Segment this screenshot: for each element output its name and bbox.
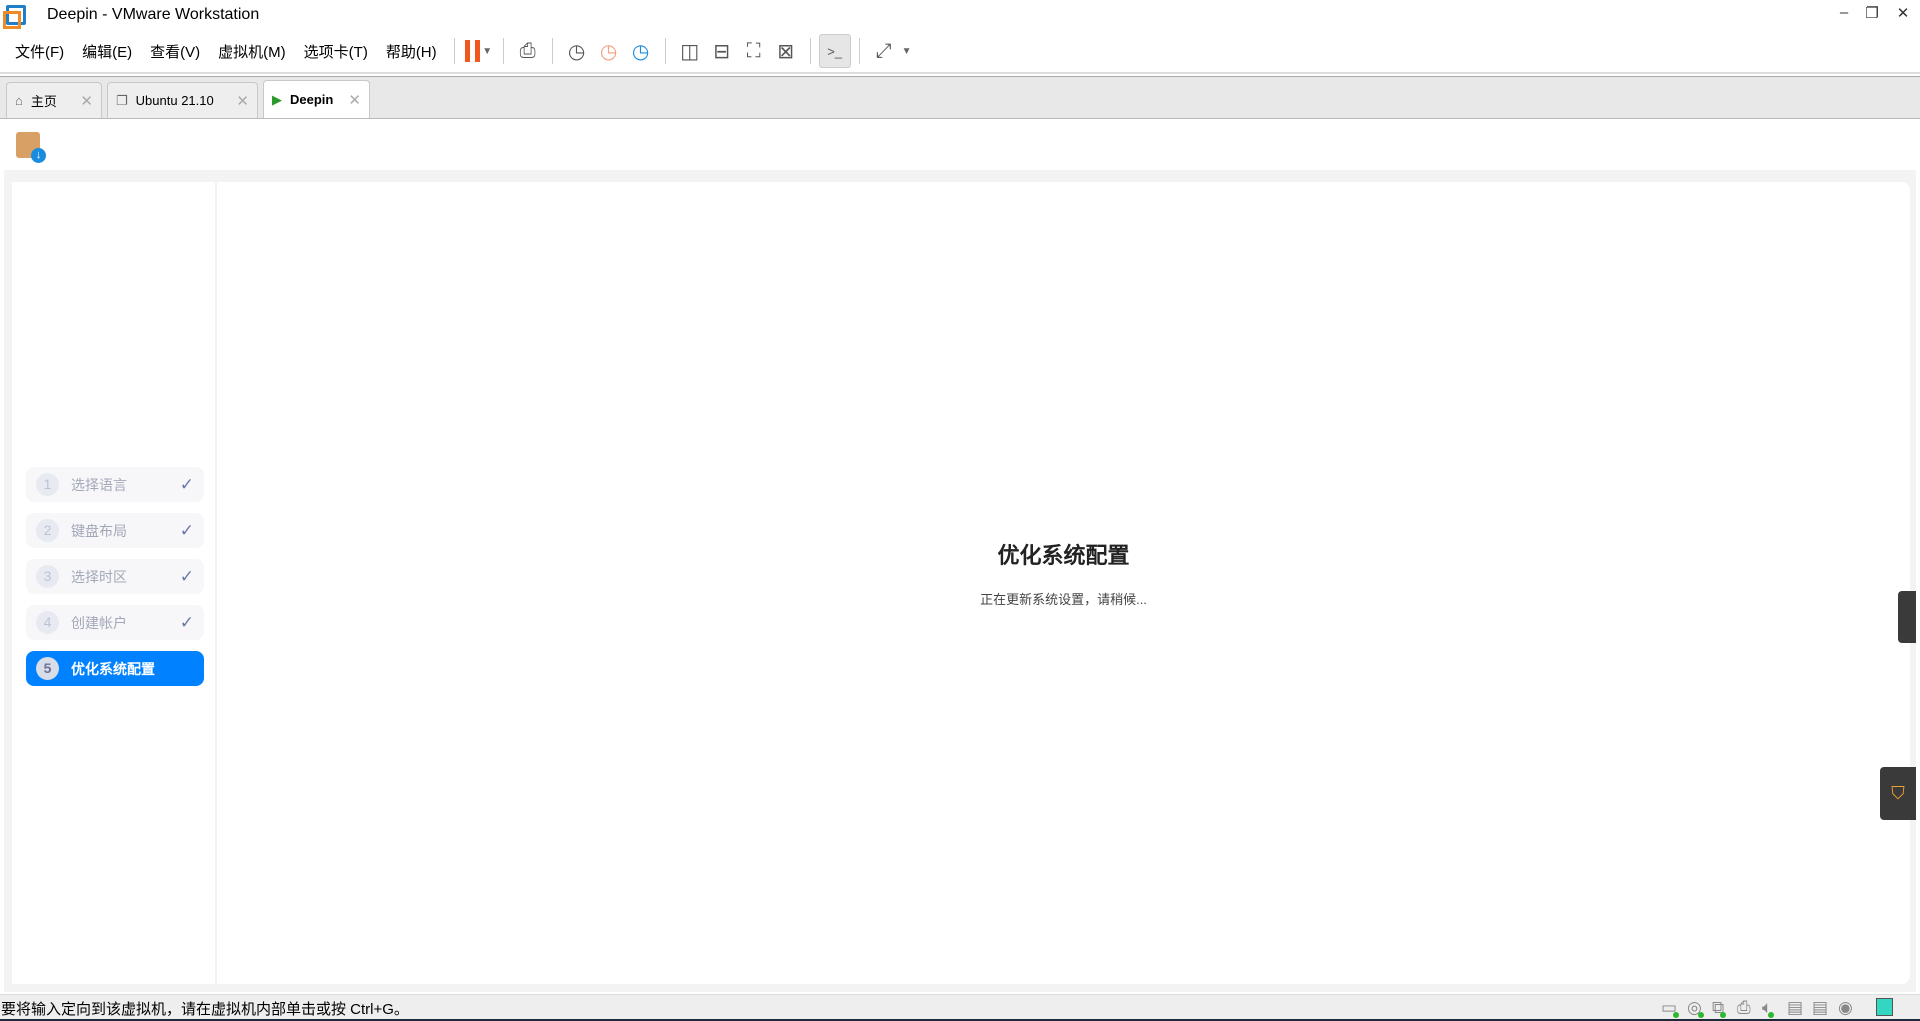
status-bar: 要将输入定向到该虚拟机，请在虚拟机内部单击或按 Ctrl+G。 [0,994,1920,1021]
divider [551,38,553,64]
chevron-down-icon[interactable]: ▼ [902,46,912,57]
step-number: 1 [36,473,59,496]
step-language: 1 选择语言 ✓ [26,467,204,502]
step-label: 选择时区 [71,568,127,585]
tab-label: Ubuntu 21.10 [135,93,214,108]
pause-button[interactable]: ▼ [463,34,495,68]
window-title: Deepin - VMware Workstation [47,5,260,23]
install-tools-icon[interactable] [16,132,46,163]
menu-help[interactable]: 帮助(H) [377,41,446,62]
usb-device-icon[interactable]: ⛉ [1880,767,1916,820]
step-keyboard: 2 键盘布局 ✓ [26,513,204,548]
sound-icon[interactable]: 🔈︎ [1762,998,1775,1018]
progress-message: 正在更新系统设置，请稍候... [980,592,1147,607]
camera-icon[interactable]: ◉ [1838,998,1853,1018]
revert-snapshot-icon[interactable]: ◷ [593,34,625,68]
pause-icon [465,40,481,62]
unity-icon[interactable]: ⊠ [770,34,802,68]
step-number: 3 [36,565,59,588]
vm-toolstrip [0,120,1920,168]
step-number: 4 [36,611,59,634]
vm-running-icon: ▶ [272,91,282,107]
menu-file[interactable]: 文件(F) [6,41,73,62]
title-bar: Deepin - VMware Workstation – ❐ ✕ [0,0,1920,29]
network-icon[interactable]: ⧉ [1712,998,1727,1018]
removable-device-icon[interactable]: ▤ [1787,998,1803,1018]
step-label: 选择语言 [71,476,127,493]
library-view-icon[interactable]: ◫ [674,34,706,68]
vmware-logo-icon [3,4,26,29]
restore-icon[interactable]: ❐ [1858,4,1886,22]
send-ctrl-alt-del-button[interactable]: ⎙ [512,34,544,68]
divider [809,38,811,64]
console-view-icon[interactable]: >_ [818,34,851,68]
step-label: 键盘布局 [71,522,127,539]
menu-bar: 文件(F) 编辑(E) 查看(V) 虚拟机(M) 选项卡(T) 帮助(H) ▼ … [0,30,1920,74]
cd-drive-icon[interactable]: ◎ [1687,998,1704,1018]
printer-icon[interactable]: ⎙ [1737,998,1751,1018]
vm-icon: ❐ [116,92,128,108]
home-icon: ⌂ [15,93,23,108]
check-icon: ✓ [179,520,194,540]
step-optimize: 5 优化系统配置 [26,651,204,686]
tab-home[interactable]: ⌂ 主页 ✕ [6,82,102,118]
status-text: 要将输入定向到该虚拟机，请在虚拟机内部单击或按 Ctrl+G。 [1,1000,409,1018]
thumbnail-view-icon[interactable]: ⊟ [706,34,738,68]
step-number: 2 [36,519,59,542]
tab-label: 主页 [30,94,57,109]
step-number: 5 [36,657,59,680]
menu-view[interactable]: 查看(V) [141,41,209,62]
divider [664,38,666,64]
divider [502,38,504,64]
vm-console[interactable]: 1 选择语言 ✓ 2 键盘布局 ✓ 3 选择时区 ✓ 4 创建帐户 ✓ 5 优化系统配置 优化系统… [4,170,1916,992]
step-label: 创建帐户 [71,614,127,631]
divider [453,38,455,64]
check-icon: ✓ [179,474,194,494]
fullscreen-icon[interactable]: ⛶ [738,34,770,68]
installer-steps: 1 选择语言 ✓ 2 键盘布局 ✓ 3 选择时区 ✓ 4 创建帐户 ✓ 5 优化系统配置 [12,182,217,984]
deepin-installer: 1 选择语言 ✓ 2 键盘布局 ✓ 3 选择时区 ✓ 4 创建帐户 ✓ 5 优化系统配置 优化系统… [12,182,1910,984]
menu-tabs[interactable]: 选项卡(T) [295,41,377,62]
check-icon: ✓ [179,566,194,586]
close-icon[interactable]: ✕ [1889,4,1917,22]
tab-ubuntu[interactable]: ❐ Ubuntu 21.10 ✕ [107,82,258,118]
tab-bar: ⌂ 主页 ✕ ❐ Ubuntu 21.10 ✕ ▶ Deepin ✕ [0,76,1920,119]
message-log-icon[interactable] [1876,998,1893,1016]
close-icon[interactable]: ✕ [66,92,93,110]
removable-device-icon[interactable]: ▤ [1812,998,1828,1018]
snapshot-icon[interactable]: ◷ [561,34,593,68]
page-title: 优化系统配置 [997,543,1130,568]
step-timezone: 3 选择时区 ✓ [26,559,204,594]
check-icon: ✓ [179,612,194,632]
close-icon[interactable]: ✕ [334,91,361,109]
side-panel-handle[interactable] [1898,591,1916,643]
chevron-down-icon[interactable]: ▼ [482,46,492,57]
minimize-icon[interactable]: – [1830,4,1858,21]
tab-deepin[interactable]: ▶ Deepin ✕ [263,80,370,118]
step-label: 优化系统配置 [71,660,155,677]
stretch-icon[interactable]: ⤢ [868,34,900,68]
tab-label: Deepin [290,92,334,107]
menu-vm[interactable]: 虚拟机(M) [209,41,295,62]
step-account: 4 创建帐户 ✓ [26,605,204,640]
snapshot-manager-icon[interactable]: ◷ [625,34,657,68]
divider [858,38,860,64]
hard-disk-icon[interactable]: ▭ [1661,998,1680,1018]
close-icon[interactable]: ✕ [222,92,249,110]
menu-edit[interactable]: 编辑(E) [73,41,141,62]
